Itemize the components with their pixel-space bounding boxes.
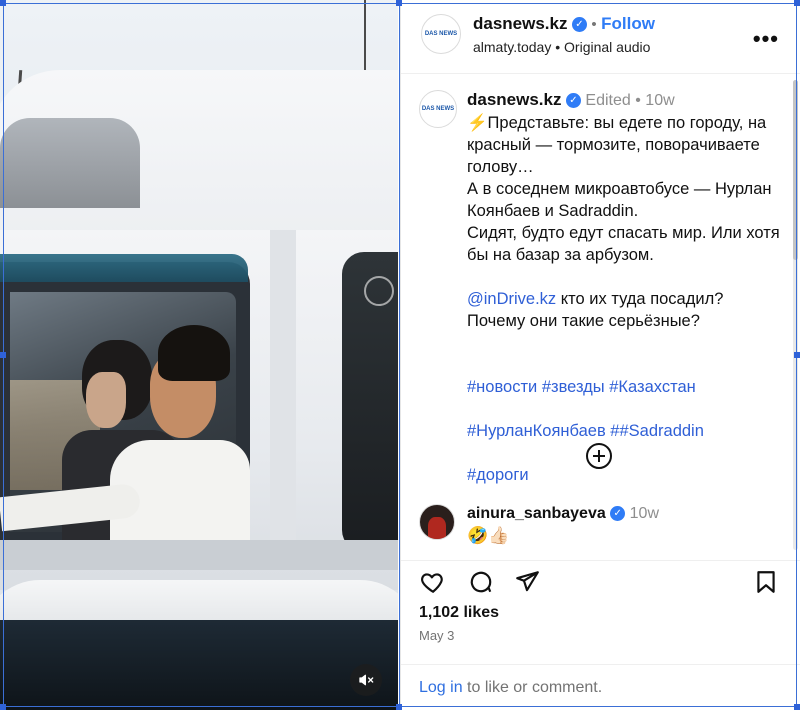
lightning-emoji-icon: ⚡ bbox=[467, 114, 488, 132]
passenger-face bbox=[86, 372, 126, 428]
header-subtitle: almaty.today • Original audio bbox=[473, 39, 650, 55]
post-header: DAS NEWS dasnews.kz ✓ • Follow almaty.to… bbox=[401, 0, 800, 74]
caption-paragraph-1: ⚡Представьте: вы едете по городу, на кра… bbox=[467, 112, 785, 266]
hashtags-line-2a[interactable]: #НурланКоянбаев # bbox=[467, 422, 619, 440]
avatar-logo: DAS NEWS bbox=[424, 31, 458, 37]
selection-handle-mr[interactable] bbox=[794, 352, 800, 358]
comment-time[interactable]: 10w bbox=[630, 505, 659, 522]
selection-handle-bl[interactable] bbox=[0, 704, 6, 710]
location-link[interactable]: almaty.today bbox=[473, 39, 551, 55]
author-avatar[interactable]: DAS NEWS bbox=[421, 14, 461, 54]
header-title-row: dasnews.kz ✓ • Follow bbox=[473, 14, 655, 34]
post-date[interactable]: May 3 bbox=[419, 628, 454, 643]
comment-text: 🤣👍🏻 bbox=[467, 526, 510, 545]
window-sill bbox=[0, 540, 398, 570]
verified-badge-icon: ✓ bbox=[571, 17, 587, 33]
driver-hair bbox=[158, 325, 230, 381]
window-visor bbox=[0, 254, 248, 282]
caption-text: ⚡Представьте: вы едете по городу, на кра… bbox=[467, 112, 785, 486]
mute-button[interactable] bbox=[350, 664, 382, 696]
likes-count[interactable]: 1,102 likes bbox=[419, 604, 499, 622]
author-username[interactable]: dasnews.kz bbox=[473, 14, 568, 33]
hashtags: #новости #звезды #Казахстан #НурланКоянб… bbox=[467, 354, 785, 486]
caption-meta: dasnews.kz ✓ Edited • 10w bbox=[467, 90, 675, 110]
caption-separator: • bbox=[635, 92, 641, 109]
more-horizontal-icon: ••• bbox=[752, 26, 779, 51]
load-more-comments-button[interactable] bbox=[585, 442, 613, 470]
plus-circle-icon bbox=[586, 443, 612, 469]
selection-handle-tl[interactable] bbox=[0, 0, 6, 6]
commenter-verified-badge-icon: ✓ bbox=[610, 506, 626, 522]
separator: • bbox=[591, 16, 597, 33]
vehicle-badge bbox=[364, 276, 394, 306]
caption-body: Представьте: вы едете по городу, на крас… bbox=[467, 114, 780, 264]
caption-avatar-logo: DAS NEWS bbox=[421, 106, 455, 112]
commenter-avatar-figure bbox=[428, 517, 446, 539]
roof-equipment bbox=[0, 118, 140, 208]
selection-handle-ml[interactable] bbox=[0, 352, 6, 358]
selection-handle-br[interactable] bbox=[794, 704, 800, 710]
edited-label: Edited bbox=[585, 92, 631, 109]
selection-handle-tm[interactable] bbox=[396, 0, 402, 6]
post-media[interactable] bbox=[0, 0, 398, 710]
audio-separator: • bbox=[555, 39, 561, 55]
hashtags-line-1[interactable]: #новости #звезды #Казахстан bbox=[467, 378, 696, 396]
caption-paragraph-2: @inDrive.kz кто их туда посадил? Почему … bbox=[467, 288, 785, 332]
pole bbox=[364, 0, 366, 70]
caption-scroll-thumb[interactable] bbox=[793, 80, 798, 260]
follow-button[interactable]: Follow bbox=[601, 14, 655, 33]
login-link[interactable]: Log in bbox=[419, 679, 463, 696]
caption-time[interactable]: 10w bbox=[645, 92, 674, 109]
login-prompt-text: to like or comment. bbox=[462, 679, 603, 696]
comment-icon[interactable] bbox=[467, 569, 495, 595]
login-prompt: Log in to like or comment. bbox=[401, 664, 800, 710]
hashtags-line-3[interactable]: #дороги bbox=[467, 466, 529, 484]
selection-handle-tr[interactable] bbox=[794, 0, 800, 6]
action-bar bbox=[401, 560, 800, 600]
caption-username[interactable]: dasnews.kz bbox=[467, 90, 562, 109]
paper-plane-icon[interactable] bbox=[513, 569, 541, 595]
caption-verified-badge-icon: ✓ bbox=[565, 93, 581, 109]
comment-header: ainura_sanbayeva ✓ 10w bbox=[467, 505, 659, 523]
hashtags-line-2b[interactable]: #Sadraddin bbox=[619, 422, 703, 440]
mention-link[interactable]: @inDrive.kz bbox=[467, 290, 556, 308]
audio-link[interactable]: Original audio bbox=[564, 39, 650, 55]
selection-handle-bm[interactable] bbox=[396, 704, 402, 710]
post-modal: DAS NEWS dasnews.kz ✓ • Follow almaty.to… bbox=[0, 0, 800, 710]
commenter-username[interactable]: ainura_sanbayeva bbox=[467, 505, 606, 522]
foreground-car-window bbox=[0, 620, 398, 710]
door-pillar bbox=[270, 230, 296, 560]
commenter-avatar[interactable] bbox=[419, 504, 455, 540]
heart-icon[interactable] bbox=[419, 569, 447, 595]
speaker-muted-icon bbox=[359, 674, 374, 686]
more-options-button[interactable]: ••• bbox=[753, 26, 779, 52]
post-details-panel: DAS NEWS dasnews.kz ✓ • Follow almaty.to… bbox=[400, 0, 800, 710]
bookmark-icon[interactable] bbox=[753, 569, 779, 595]
caption-author-avatar[interactable]: DAS NEWS bbox=[419, 90, 457, 128]
